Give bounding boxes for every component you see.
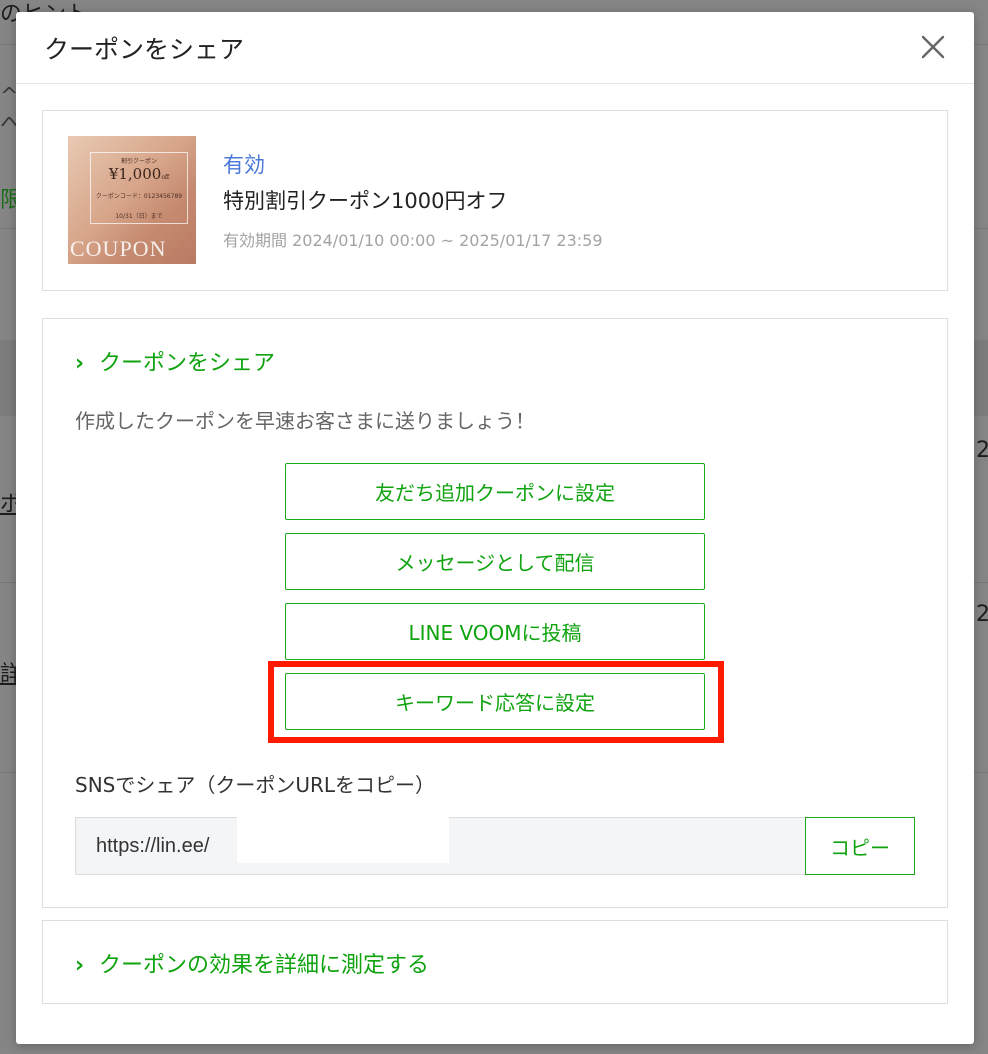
measure-section[interactable]: › クーポンの効果を詳細に測定する: [42, 920, 948, 1004]
bg-text: 2: [976, 438, 988, 463]
share-section-toggle[interactable]: › クーポンをシェア: [75, 345, 275, 377]
coupon-thumbnail: 割引クーポン ¥1,000off クーポンコード：0123456789 10/3…: [68, 136, 196, 264]
thumbnail-date: 10/31（日）まで: [115, 213, 163, 220]
coupon-name: 特別割引クーポン1000円オフ: [223, 189, 508, 213]
thumbnail-watermark: COUPON: [70, 236, 167, 261]
share-section: › クーポンをシェア 作成したクーポンを早速お客さまに送りましょう！ 友だち追加ク…: [42, 318, 948, 908]
post-line-voom-button[interactable]: LINE VOOMに投稿: [285, 603, 705, 660]
share-description: 作成したクーポンを早速お客さまに送りましょう！: [75, 409, 535, 433]
share-heading-label: クーポンをシェア: [99, 351, 276, 376]
coupon-status: 有効: [223, 153, 265, 177]
coupon-url-value: https://lin.ee/: [96, 834, 210, 857]
coupon-card: 割引クーポン ¥1,000off クーポンコード：0123456789 10/3…: [42, 110, 948, 291]
copy-url-button[interactable]: コピー: [805, 817, 915, 875]
modal-header: クーポンをシェア: [16, 12, 974, 84]
modal-title: クーポンをシェア: [44, 35, 245, 64]
send-message-button[interactable]: メッセージとして配信: [285, 533, 705, 590]
measure-heading-label: クーポンの効果を詳細に測定する: [99, 953, 430, 978]
set-friend-coupon-button[interactable]: 友だち追加クーポンに設定: [285, 463, 705, 520]
thumbnail-top-text: 割引クーポン: [120, 158, 157, 165]
thumbnail-frame: 割引クーポン ¥1,000off クーポンコード：0123456789 10/3…: [90, 152, 188, 224]
thumbnail-price-suffix: off: [161, 174, 170, 181]
url-redaction: [237, 817, 449, 863]
thumbnail-price: ¥1,000off: [91, 165, 187, 183]
measure-section-toggle[interactable]: › クーポンの効果を詳細に測定する: [75, 947, 429, 979]
bg-text: 2: [976, 602, 988, 627]
chevron-right-icon: ›: [75, 351, 85, 376]
sns-share-label: SNSでシェア（クーポンURLをコピー）: [75, 773, 436, 797]
close-button[interactable]: [918, 32, 948, 62]
share-coupon-modal: クーポンをシェア 割引クーポン ¥1,000off クーポンコード：012345…: [16, 12, 974, 1044]
coupon-validity: 有効期間 2024/01/10 00:00 ~ 2025/01/17 23:59: [223, 231, 603, 250]
close-icon: [921, 35, 945, 59]
thumbnail-code: クーポンコード：0123456789: [95, 193, 183, 200]
thumbnail-price-value: ¥1,000: [108, 165, 162, 183]
keyword-response-button[interactable]: キーワード応答に設定: [285, 673, 705, 730]
chevron-right-icon: ›: [75, 953, 85, 978]
